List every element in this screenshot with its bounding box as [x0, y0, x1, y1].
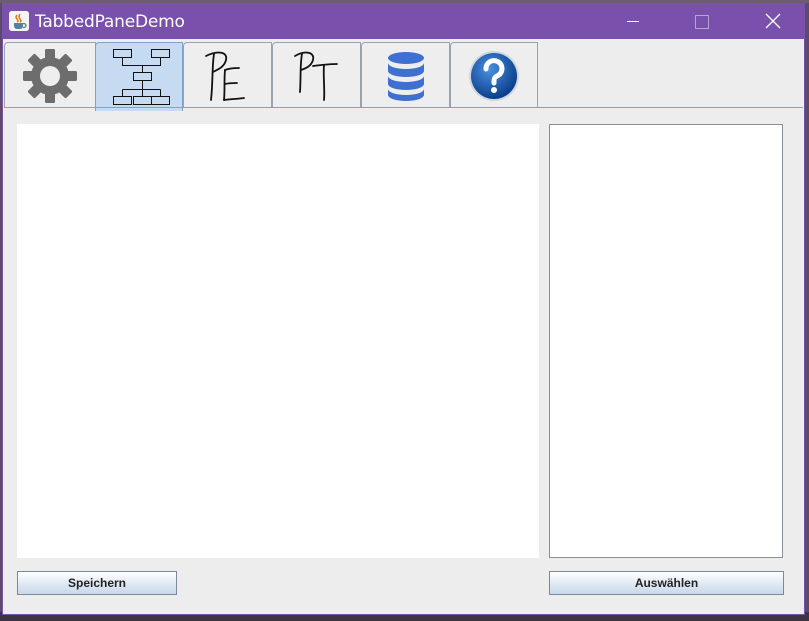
select-button[interactable]: Auswählen — [549, 571, 784, 595]
pt-handwritten-icon — [287, 46, 347, 106]
hierarchy-diagram-icon — [107, 47, 171, 107]
tab-strip — [3, 39, 804, 110]
app-window: TabbedPaneDemo — [2, 3, 805, 615]
minimize-button[interactable] — [609, 4, 655, 39]
save-button[interactable]: Speichern — [17, 571, 177, 595]
pe-handwritten-icon — [198, 46, 258, 106]
help-icon — [467, 49, 521, 103]
gear-icon — [21, 47, 79, 105]
selection-list[interactable] — [549, 124, 783, 558]
main-content-area[interactable] — [17, 124, 539, 558]
maximize-icon — [678, 4, 724, 39]
tab-pe[interactable] — [183, 42, 272, 108]
tab-hierarchy[interactable] — [95, 42, 183, 111]
minimize-icon — [609, 4, 655, 39]
tab-settings[interactable] — [4, 42, 96, 108]
database-icon — [384, 50, 428, 102]
tab-help[interactable] — [450, 42, 538, 108]
window-title: TabbedPaneDemo — [35, 12, 185, 32]
tab-pt[interactable] — [272, 42, 361, 108]
maximize-button[interactable] — [678, 4, 724, 39]
close-icon — [749, 4, 795, 39]
title-bar[interactable]: TabbedPaneDemo — [3, 4, 804, 39]
tab-database[interactable] — [361, 42, 450, 108]
java-app-icon — [9, 11, 29, 31]
close-button[interactable] — [749, 4, 795, 39]
